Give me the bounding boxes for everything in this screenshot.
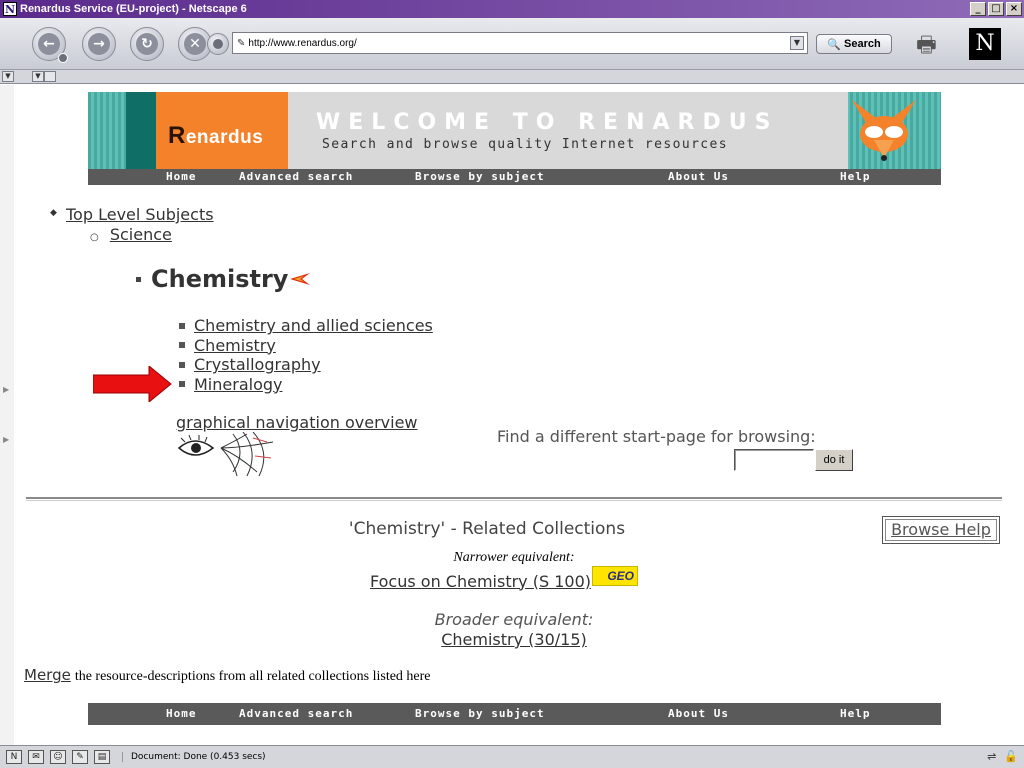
search-icon: 🔍 (827, 38, 841, 51)
personal-toolbar: ▼ ▼ (0, 70, 1024, 84)
list-item: Chemistry (179, 336, 433, 356)
science-link[interactable]: Science (110, 225, 172, 244)
footer-menu-browse-by-subject[interactable]: Browse by subject (415, 707, 545, 720)
chemistry-30-15-link[interactable]: Chemistry (30/15) (441, 630, 587, 649)
collapse-toolbar-icon[interactable]: ▼ (2, 71, 14, 82)
subject-link[interactable]: Crystallography (194, 355, 321, 374)
stop-icon: ✕ (184, 33, 206, 55)
maximize-button[interactable]: □ (988, 2, 1004, 16)
subject-link[interactable]: Chemistry (194, 336, 276, 355)
window-title: Renardus Service (EU-project) - Netscape… (20, 3, 247, 15)
forward-arrow-icon: → (88, 33, 110, 55)
list-item: Chemistry and allied sciences (179, 316, 433, 336)
forward-button[interactable]: → (82, 27, 116, 61)
url-text[interactable]: http://www.renardus.org/ (248, 38, 356, 49)
search-button[interactable]: 🔍 Search (816, 34, 892, 54)
reload-icon: ↻ (136, 33, 158, 55)
merge-link[interactable]: Merge (24, 666, 71, 684)
do-it-button[interactable]: do it (815, 449, 853, 471)
focus-on-chemistry-link[interactable]: Focus on Chemistry (S 100) (370, 572, 591, 591)
footer-menu-home[interactable]: Home (166, 707, 197, 720)
merge-text: the resource-descriptions from all relat… (74, 669, 431, 684)
navigation-toolbar: ← → ↻ ✕ ✎ http://www.renardus.org/ ▼ 🔍 S… (0, 18, 1024, 70)
navigator-icon[interactable]: N (6, 750, 22, 764)
status-text: Document: Done (0.453 secs) (122, 752, 266, 762)
close-button[interactable]: × (1006, 2, 1022, 16)
merge-line: Merge the resource-descriptions from all … (24, 666, 431, 685)
breadcrumb-science: ○ Science (90, 225, 172, 244)
breadcrumb-top: ◆ Top Level Subjects (50, 205, 214, 224)
list-item: Crystallography (179, 355, 433, 375)
back-arrow-icon: ← (38, 33, 60, 55)
narrower-label: Narrower equivalent: (453, 550, 575, 565)
footer-menu-help[interactable]: Help (840, 707, 871, 720)
status-bar: N ✉ ☺ ✎ ▤ Document: Done (0.453 secs) ⇌ … (0, 745, 1024, 768)
renardus-banner: Renardus WELCOME TO RENARDUS Search and … (88, 92, 941, 185)
start-page-input[interactable] (734, 449, 814, 471)
fox-logo-icon (852, 100, 916, 161)
broader-collection: Chemistry (30/15) (14, 630, 1010, 649)
menu-help[interactable]: Help (840, 170, 871, 183)
search-button-label: Search (844, 38, 881, 50)
geo-badge-icon[interactable]: GEO (592, 566, 638, 586)
subject-list: Chemistry and allied sciences Chemistry … (179, 316, 433, 394)
collapse-toolbar-icon-2[interactable]: ▼ (32, 71, 44, 82)
url-history-dropdown[interactable]: ▼ (790, 36, 804, 50)
browse-help-button[interactable]: Browse Help (882, 516, 1000, 544)
footer-menu-advanced-search[interactable]: Advanced search (239, 707, 353, 720)
find-start-page-label: Find a different start-page for browsing… (497, 427, 816, 446)
online-status-icon[interactable]: ⇌ (987, 750, 996, 763)
banner-tagline: Search and browse quality Internet resou… (322, 137, 728, 152)
eye-navigation-icon[interactable] (177, 432, 281, 478)
footer-menu-about-us[interactable]: About Us (668, 707, 729, 720)
square-bullet-icon (136, 276, 141, 282)
subject-link[interactable]: Chemistry and allied sciences (194, 316, 433, 335)
menu-browse-by-subject[interactable]: Browse by subject (415, 170, 545, 183)
related-collections-title: 'Chemistry' - Related Collections (348, 519, 626, 539)
current-location-arrow-icon (290, 273, 311, 285)
sidebar-expand-icon[interactable]: ▶ (3, 385, 9, 394)
composer-icon[interactable]: ✎ (72, 750, 88, 764)
sidebar-grip[interactable]: ▶ ▶ (0, 85, 14, 745)
broader-label: Broader equivalent: (434, 610, 594, 629)
back-dropdown-icon[interactable] (58, 53, 68, 63)
address-book-icon[interactable]: ▤ (94, 750, 110, 764)
instant-messenger-icon[interactable]: ☺ (50, 750, 66, 764)
footer-menu: Home Advanced search Browse by subject A… (88, 703, 941, 725)
menu-about-us[interactable]: About Us (668, 170, 729, 183)
divider (26, 497, 1002, 501)
netscape-app-icon: N (3, 2, 17, 16)
banner-menu: Home Advanced search Browse by subject A… (88, 169, 941, 185)
list-item: Mineralogy (179, 375, 433, 395)
page-proxy-icon: ✎ (237, 37, 246, 49)
mail-icon[interactable]: ✉ (28, 750, 44, 764)
narrower-collection: Focus on Chemistry (S 100) GEO (370, 566, 638, 591)
heading-text: Chemistry (151, 265, 289, 293)
security-lock-icon[interactable]: 🔓 (1004, 750, 1018, 763)
site-navigation-icon[interactable] (207, 33, 229, 55)
renardus-logo[interactable]: Renardus (168, 122, 263, 150)
reload-button[interactable]: ↻ (130, 27, 164, 61)
window-controls: _ □ × (970, 2, 1022, 16)
circle-bullet-icon: ○ (90, 232, 99, 243)
red-pointer-arrow-icon (93, 366, 172, 402)
diamond-bullet-icon: ◆ (50, 208, 57, 218)
minimize-button[interactable]: _ (970, 2, 986, 16)
url-bar[interactable]: ✎ http://www.renardus.org/ ▼ (207, 32, 808, 55)
page-title: Chemistry (136, 265, 311, 293)
welcome-heading: WELCOME TO RENARDUS (316, 110, 779, 135)
top-level-subjects-link[interactable]: Top Level Subjects (66, 205, 214, 224)
netscape-logo[interactable]: N (969, 28, 1001, 60)
sidebar-expand-icon-2[interactable]: ▶ (3, 435, 9, 444)
print-icon[interactable]: 🖶 (916, 28, 937, 66)
menu-advanced-search[interactable]: Advanced search (239, 170, 353, 183)
title-bar: N Renardus Service (EU-project) - Netsca… (0, 0, 1024, 18)
toolbar-grip-icon[interactable] (44, 71, 56, 82)
subject-link[interactable]: Mineralogy (194, 375, 282, 394)
menu-home[interactable]: Home (166, 170, 197, 183)
browse-help-label: Browse Help (885, 519, 997, 541)
graphical-navigation-link[interactable]: graphical navigation overview (176, 413, 418, 432)
back-button[interactable]: ← (32, 27, 68, 63)
web-page: Renardus WELCOME TO RENARDUS Search and … (14, 85, 1010, 745)
